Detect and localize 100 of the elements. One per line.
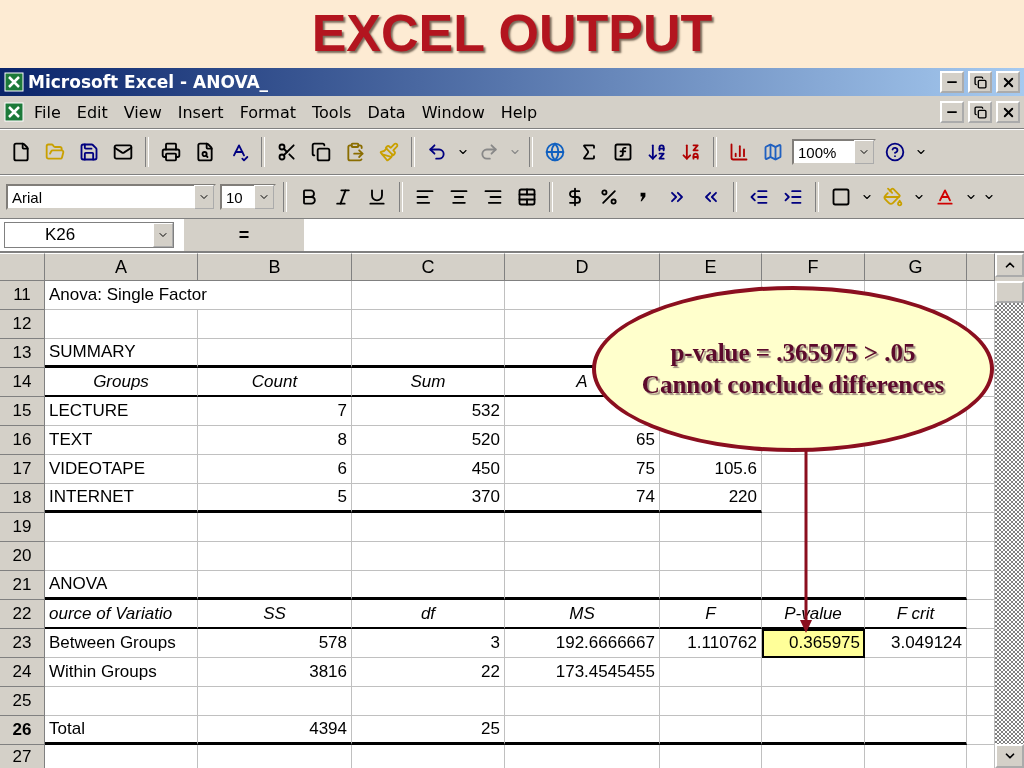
restore-icon	[973, 105, 987, 119]
column-header[interactable]: B	[198, 253, 352, 281]
underline-icon	[367, 187, 387, 207]
paste-icon	[345, 142, 365, 162]
table-cell: 75	[505, 455, 660, 484]
table-cell: 532	[352, 397, 505, 426]
minimize-button[interactable]	[940, 101, 964, 123]
menu-item[interactable]: Tools	[306, 100, 358, 124]
scroll-thumb[interactable]	[995, 281, 1024, 303]
select-all-corner[interactable]	[0, 253, 45, 281]
restore-button[interactable]	[968, 101, 992, 123]
scroll-down-button[interactable]	[995, 744, 1024, 768]
outdent-icon	[749, 187, 769, 207]
font-size-field[interactable]: 10	[220, 184, 276, 210]
close-button[interactable]	[996, 101, 1020, 123]
menu-item[interactable]: File	[28, 100, 67, 124]
close-button[interactable]	[996, 71, 1020, 93]
row-header[interactable]: 24	[0, 658, 45, 687]
font-color-icon	[935, 187, 955, 207]
column-header[interactable]: F	[762, 253, 865, 281]
row-header[interactable]: 22	[0, 600, 45, 629]
menu-item[interactable]: Help	[494, 100, 544, 124]
row-header[interactable]: 21	[0, 571, 45, 600]
column-title: ource of Variatio	[45, 600, 198, 629]
redo-icon	[479, 142, 499, 162]
restore-button[interactable]	[968, 71, 992, 93]
row-header[interactable]: 23	[0, 629, 45, 658]
zoom-field[interactable]: 100%	[792, 139, 876, 165]
table-cell: 22	[352, 658, 505, 687]
table-cell: Between Groups	[45, 629, 198, 658]
table-cell: 3	[352, 629, 505, 658]
font-field[interactable]: Arial	[6, 184, 216, 210]
align-right-icon	[483, 187, 503, 207]
column-header[interactable]	[967, 253, 995, 281]
table-cell: 578	[198, 629, 352, 658]
globe-icon	[545, 142, 565, 162]
menu-item[interactable]: Data	[361, 100, 412, 124]
table-cell: 8	[198, 426, 352, 455]
menu-item[interactable]: Edit	[70, 100, 114, 124]
row-header[interactable]: 18	[0, 484, 45, 513]
table-cell: 370	[352, 484, 505, 513]
table-cell: 520	[352, 426, 505, 455]
column-header[interactable]: C	[352, 253, 505, 281]
italic-icon	[333, 187, 353, 207]
column-header[interactable]: A	[45, 253, 198, 281]
map-icon	[763, 142, 783, 162]
menu-item[interactable]: View	[117, 100, 168, 124]
row-header[interactable]: 11	[0, 281, 45, 310]
slide-title: EXCEL OUTPUT	[311, 3, 713, 64]
table-cell: 5	[198, 484, 352, 513]
row-header[interactable]: 17	[0, 455, 45, 484]
callout-text: p-value = .365975 > .05	[670, 338, 916, 368]
table-cell: 105.6	[660, 455, 762, 484]
name-box[interactable]: K26	[4, 222, 174, 248]
print-icon	[161, 142, 181, 162]
menu-item[interactable]: Insert	[171, 100, 230, 124]
percent-icon	[599, 187, 619, 207]
vertical-scrollbar[interactable]	[995, 253, 1024, 768]
table-cell: 192.6666667	[505, 629, 660, 658]
sort-descending-icon	[681, 142, 701, 162]
column-title: MS	[505, 600, 660, 629]
fill-color-icon	[883, 187, 903, 207]
table-cell: INTERNET	[45, 484, 198, 513]
table-cell: 3816	[198, 658, 352, 687]
table-cell: SUMMARY	[45, 339, 198, 368]
column-header[interactable]: D	[505, 253, 660, 281]
table-cell: 3.049124	[865, 629, 967, 658]
row-header[interactable]: 27	[0, 745, 45, 768]
column-header[interactable]: G	[865, 253, 967, 281]
align-left-icon	[415, 187, 435, 207]
row-header[interactable]: 16	[0, 426, 45, 455]
table-cell: 6	[198, 455, 352, 484]
column-title: SS	[198, 600, 352, 629]
window-title: Microsoft Excel - ANOVA_	[28, 72, 270, 92]
table-cell: ANOVA	[45, 571, 198, 600]
row-header[interactable]: 20	[0, 542, 45, 571]
row-header[interactable]: 25	[0, 687, 45, 716]
column-title: Count	[198, 368, 352, 397]
table-cell: Within Groups	[45, 658, 198, 687]
row-header[interactable]: 13	[0, 339, 45, 368]
row-header[interactable]: 12	[0, 310, 45, 339]
column-header[interactable]: E	[660, 253, 762, 281]
menu-item[interactable]: Window	[415, 100, 491, 124]
selected-cell[interactable]: 0.365975	[762, 629, 865, 658]
borders-icon	[831, 187, 851, 207]
copy-icon	[311, 142, 331, 162]
row-header[interactable]: 15	[0, 397, 45, 426]
row-header[interactable]: 19	[0, 513, 45, 542]
minimize-button[interactable]	[940, 71, 964, 93]
table-cell: Total	[45, 716, 198, 745]
scroll-up-button[interactable]	[995, 253, 1024, 277]
table-cell: TEXT	[45, 426, 198, 455]
comma-icon	[640, 192, 646, 202]
row-header[interactable]: 14	[0, 368, 45, 397]
mail-icon	[113, 142, 133, 162]
print-preview-icon	[195, 142, 215, 162]
table-cell: 450	[352, 455, 505, 484]
row-header[interactable]: 26	[0, 716, 45, 745]
column-title: F	[660, 600, 762, 629]
menu-item[interactable]: Format	[233, 100, 302, 124]
